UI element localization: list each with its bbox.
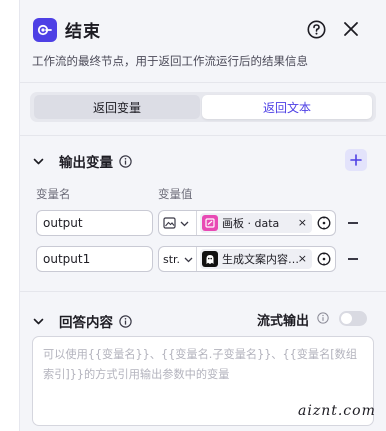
add-variable-button[interactable] bbox=[345, 149, 367, 171]
end-node-icon bbox=[33, 18, 57, 42]
chevron-down-icon bbox=[184, 257, 193, 262]
column-header-name: 变量名 bbox=[36, 187, 71, 201]
answer-section-header[interactable]: 回答内容 bbox=[33, 311, 132, 331]
help-icon[interactable] bbox=[307, 20, 326, 39]
close-icon[interactable] bbox=[343, 21, 359, 37]
variable-name-input[interactable]: output1 bbox=[36, 246, 153, 272]
remove-reference-icon[interactable]: × bbox=[298, 252, 307, 265]
info-icon[interactable] bbox=[119, 154, 132, 168]
type-selector[interactable]: str. bbox=[159, 247, 197, 271]
toggle-knob bbox=[341, 313, 352, 324]
remove-row-button[interactable] bbox=[348, 222, 358, 224]
type-label: str. bbox=[163, 252, 181, 266]
reference-label: 画板 · data bbox=[222, 217, 280, 230]
output-section-title: 输出变量 bbox=[59, 155, 113, 171]
watermark: aiznt.com bbox=[298, 403, 376, 419]
chevron-down-icon[interactable] bbox=[33, 316, 44, 327]
variable-reference-tag[interactable]: 画板 · data × bbox=[200, 213, 312, 233]
divider bbox=[20, 291, 386, 292]
info-icon[interactable] bbox=[119, 314, 132, 328]
end-node-panel: 结束 工作流的最终节点，用于返回工作流运行后的结果信息 返回变量 返回文本 输出… bbox=[19, 0, 386, 431]
tab-return-variables[interactable]: 返回变量 bbox=[34, 95, 200, 119]
remove-reference-icon[interactable]: × bbox=[298, 216, 307, 229]
variable-value-field[interactable]: str. 生成文案内容 · outp × bbox=[158, 246, 336, 272]
info-icon[interactable] bbox=[317, 312, 329, 324]
column-header-value: 变量值 bbox=[158, 187, 193, 201]
tab-return-text[interactable]: 返回文本 bbox=[202, 95, 372, 119]
node-description: 工作流的最终节点，用于返回工作流运行后的结果信息 bbox=[32, 54, 308, 68]
plus-icon bbox=[350, 154, 362, 166]
variable-reference-tag[interactable]: 生成文案内容 · outp × bbox=[200, 249, 312, 269]
chevron-down-icon[interactable] bbox=[33, 156, 44, 167]
divider bbox=[20, 135, 386, 136]
output-section-header[interactable]: 输出变量 bbox=[33, 151, 132, 171]
panel-header: 结束 工作流的最终节点，用于返回工作流运行后的结果信息 bbox=[20, 0, 386, 82]
divider bbox=[20, 82, 386, 83]
type-selector[interactable] bbox=[159, 211, 197, 235]
page-title: 结束 bbox=[65, 22, 101, 42]
image-icon bbox=[163, 217, 176, 229]
variable-picker-icon[interactable] bbox=[317, 252, 331, 266]
variable-name-input[interactable]: output bbox=[36, 210, 153, 236]
variable-value-field[interactable]: 画板 · data × bbox=[158, 210, 336, 236]
stream-output-toggle[interactable] bbox=[339, 311, 367, 326]
variable-picker-icon[interactable] bbox=[317, 216, 331, 230]
ghost-icon bbox=[202, 251, 218, 267]
chevron-down-icon bbox=[180, 221, 189, 226]
reference-label: 生成文案内容 · outp bbox=[222, 253, 302, 266]
answer-section-title: 回答内容 bbox=[59, 315, 113, 331]
remove-row-button[interactable] bbox=[348, 258, 358, 260]
return-mode-switch: 返回变量 返回文本 bbox=[30, 92, 376, 122]
board-icon bbox=[202, 215, 218, 231]
stream-output-label: 流式输出 bbox=[257, 314, 310, 329]
